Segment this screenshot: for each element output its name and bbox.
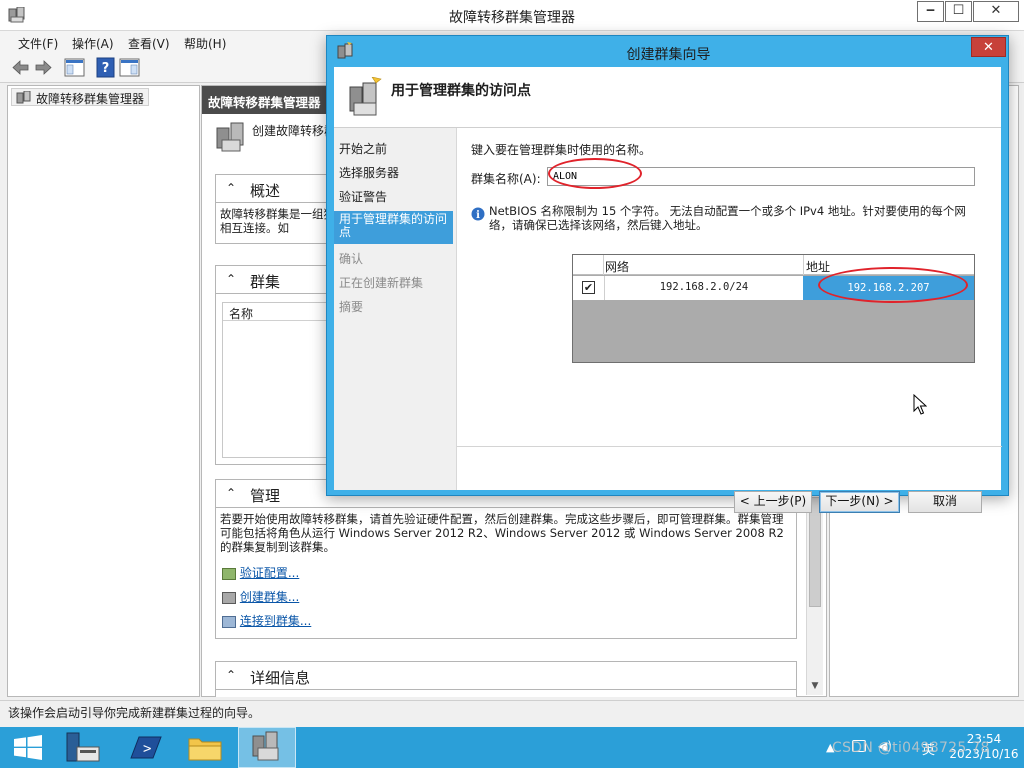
cluster-manager-icon bbox=[252, 731, 279, 761]
create-cluster-small-icon bbox=[222, 591, 236, 604]
main-window-titlebar[interactable]: 故障转移群集管理器 ‒ ☐ ✕ bbox=[0, 0, 1024, 31]
manage-title: 管理 bbox=[250, 487, 281, 505]
netbios-info-text: NetBIOS 名称限制为 15 个字符。 无法自动配置一个或多个 IPv4 地… bbox=[489, 204, 966, 232]
grid-row[interactable]: ✔ 192.168.2.0/24 192.168.2.207 bbox=[573, 276, 974, 300]
create-cluster-link-row[interactable]: 创建群集... bbox=[222, 588, 299, 605]
wizard-page-title: 用于管理群集的访问点 bbox=[391, 83, 531, 99]
validate-config-link[interactable]: 验证配置... bbox=[240, 566, 299, 580]
connect-cluster-icon bbox=[222, 615, 236, 628]
svg-text:i: i bbox=[476, 210, 480, 221]
back-arrow-icon[interactable] bbox=[10, 57, 31, 78]
info-icon: i bbox=[471, 207, 485, 221]
create-cluster-link[interactable]: 创建群集... bbox=[240, 590, 299, 604]
watermark: CSDN @ti0498725 78 bbox=[832, 740, 990, 756]
connect-cluster-link[interactable]: 连接到群集... bbox=[240, 614, 311, 628]
step-access-point[interactable]: 用于管理群集的访问点 bbox=[334, 211, 453, 244]
tree-node-label: 故障转移群集管理器 bbox=[36, 92, 145, 106]
network-grid[interactable]: 网络 地址 ✔ 192.168.2.0/24 192.168.2.207 bbox=[572, 254, 975, 363]
column-network[interactable]: 网络 bbox=[605, 258, 629, 275]
connect-cluster-link-row[interactable]: 连接到群集... bbox=[222, 612, 311, 629]
help-icon[interactable]: ? bbox=[95, 57, 116, 78]
grid-header: 网络 地址 bbox=[573, 255, 974, 275]
chevron-up-icon: ⌃ bbox=[226, 272, 237, 286]
powershell-taskbar-button[interactable]: > bbox=[117, 727, 175, 768]
tree-node-failover-cluster-manager[interactable]: 故障转移群集管理器 bbox=[11, 88, 150, 106]
server-manager-icon bbox=[66, 732, 100, 762]
validate-config-link-row[interactable]: 验证配置... bbox=[222, 564, 299, 581]
cluster-manager-icon bbox=[16, 91, 31, 104]
status-bar: 该操作会启动引导你完成新建群集过程的向导。 bbox=[0, 700, 1024, 720]
cluster-manager-taskbar-button[interactable] bbox=[238, 727, 296, 768]
details-header[interactable]: ⌃ 详细信息 bbox=[216, 662, 796, 690]
center-scrollbar[interactable]: ▼ bbox=[806, 495, 823, 695]
scroll-down-arrow-icon[interactable]: ▼ bbox=[807, 678, 823, 694]
scrollbar-thumb[interactable] bbox=[809, 497, 821, 607]
close-button[interactable]: ✕ bbox=[973, 1, 1019, 22]
powershell-icon: > bbox=[130, 736, 162, 759]
file-explorer-taskbar-button[interactable] bbox=[176, 727, 234, 768]
server-manager-taskbar-button[interactable] bbox=[55, 727, 113, 768]
cancel-button[interactable]: 取消 bbox=[908, 491, 982, 513]
minimize-button[interactable]: ‒ bbox=[917, 1, 944, 22]
svg-text:?: ? bbox=[102, 61, 110, 76]
step-creating-cluster: 正在创建新群集 bbox=[339, 276, 424, 290]
menu-view[interactable]: 查看(V) bbox=[128, 35, 170, 52]
step-summary: 摘要 bbox=[339, 300, 364, 314]
footer-divider bbox=[457, 446, 1002, 447]
forward-arrow-icon[interactable] bbox=[33, 57, 54, 78]
cluster-access-point-icon bbox=[349, 77, 382, 116]
grid-divider bbox=[803, 255, 804, 275]
wizard-client-area: 用于管理群集的访问点 开始之前 选择服务器 验证警告 用于管理群集的访问点 确认… bbox=[334, 67, 1002, 513]
step-confirmation: 确认 bbox=[339, 252, 364, 266]
svg-text:>: > bbox=[143, 741, 151, 757]
wizard-steps: 开始之前 选择服务器 验证警告 用于管理群集的访问点 确认 正在创建新群集 摘要 bbox=[334, 128, 456, 490]
overview-title: 概述 bbox=[250, 182, 281, 200]
menu-file[interactable]: 文件(F) bbox=[18, 35, 58, 52]
create-cluster-wizard: 创建群集向导 ✕ 用于管理群集的访问点 开始之前 选择服务器 验证警告 用于管理… bbox=[326, 35, 1009, 513]
instruction-text: 键入要在管理群集时使用的名称。 bbox=[471, 143, 652, 157]
menu-help[interactable]: 帮助(H) bbox=[184, 35, 226, 52]
start-button[interactable] bbox=[0, 727, 58, 768]
wizard-banner: 用于管理群集的访问点 bbox=[334, 67, 1001, 128]
windows-logo-icon bbox=[14, 735, 42, 760]
validate-icon bbox=[222, 567, 236, 580]
create-cluster-icon bbox=[214, 120, 248, 154]
center-pane-header: 故障转移群集管理器 bbox=[202, 86, 332, 114]
back-button[interactable]: < 上一步(P) bbox=[734, 491, 812, 513]
step-validation-warning[interactable]: 验证警告 bbox=[334, 190, 453, 204]
manage-section: ⌃ 管理 若要开始使用故障转移群集，请首先验证硬件配置，然后创建群集。完成这些步… bbox=[215, 479, 797, 639]
address-cell[interactable]: 192.168.2.207 bbox=[803, 276, 974, 300]
mouse-cursor-icon bbox=[913, 394, 927, 415]
clusters-title: 群集 bbox=[250, 273, 281, 291]
step-before-you-begin[interactable]: 开始之前 bbox=[334, 142, 453, 156]
wizard-title: 创建群集向导 bbox=[626, 47, 711, 63]
column-address[interactable]: 地址 bbox=[806, 258, 830, 275]
main-window-title: 故障转移群集管理器 bbox=[449, 10, 575, 26]
details-title: 详细信息 bbox=[250, 669, 311, 687]
show-tree-icon[interactable] bbox=[64, 57, 85, 78]
chevron-up-icon: ⌃ bbox=[226, 486, 237, 500]
create-cluster-intro: 创建故障转移群 bbox=[252, 124, 337, 138]
maximize-button[interactable]: ☐ bbox=[945, 1, 972, 22]
wizard-content: 键入要在管理群集时使用的名称。 群集名称(A): i NetBIOS 名称限制为… bbox=[456, 128, 1002, 490]
cluster-name-input[interactable] bbox=[547, 167, 975, 186]
chevron-up-icon: ⌃ bbox=[226, 668, 237, 682]
wizard-close-button[interactable]: ✕ bbox=[971, 37, 1006, 57]
next-button[interactable]: 下一步(N) > bbox=[819, 491, 900, 513]
console-tree: 故障转移群集管理器 bbox=[7, 85, 200, 697]
cluster-name-label: 群集名称(A): bbox=[471, 172, 541, 186]
network-cell: 192.168.2.0/24 bbox=[659, 281, 749, 293]
step-select-servers[interactable]: 选择服务器 bbox=[334, 166, 453, 180]
folder-icon bbox=[188, 738, 222, 761]
grid-header-check bbox=[573, 255, 604, 275]
details-section: ⌃ 详细信息 bbox=[215, 661, 797, 697]
manage-text: 若要开始使用故障转移群集，请首先验证硬件配置，然后创建群集。完成这些步骤后，即可… bbox=[220, 512, 784, 554]
network-checkbox[interactable]: ✔ bbox=[582, 281, 595, 294]
show-action-pane-icon[interactable] bbox=[119, 57, 140, 78]
chevron-up-icon: ⌃ bbox=[226, 181, 237, 195]
menu-action[interactable]: 操作(A) bbox=[72, 35, 114, 52]
